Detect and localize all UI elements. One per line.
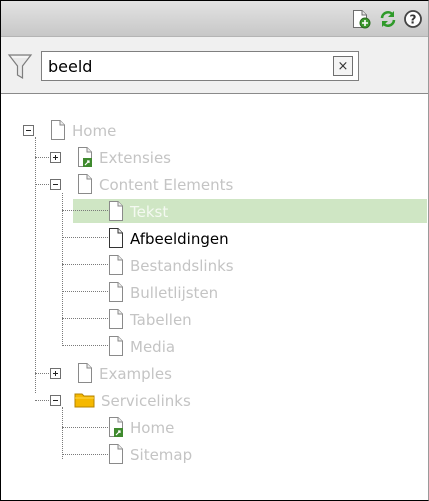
folder-icon[interactable] xyxy=(74,391,96,409)
shortcut-page-icon[interactable] xyxy=(108,417,124,438)
toolbar: ? xyxy=(1,1,428,37)
page-tree: Home Extensies Content Elements Tekst Af… xyxy=(1,94,428,500)
tree-connector xyxy=(62,345,108,346)
page-icon[interactable] xyxy=(108,255,124,275)
selected-row-highlight xyxy=(73,199,427,223)
help-icon[interactable]: ? xyxy=(403,9,423,29)
expand-toggle[interactable] xyxy=(50,152,61,163)
tree-connector xyxy=(35,184,49,185)
page-icon[interactable] xyxy=(108,228,124,248)
tree-connector xyxy=(62,318,108,319)
collapse-toggle[interactable] xyxy=(23,125,34,136)
tree-connector xyxy=(35,137,36,393)
tree-node-label[interactable]: Bulletlijsten xyxy=(130,284,218,302)
tree-connector xyxy=(62,407,63,459)
tree-connector xyxy=(35,373,49,374)
filter-bar: × xyxy=(1,37,428,94)
tree-connector xyxy=(62,427,108,428)
page-icon[interactable] xyxy=(77,174,93,194)
svg-text:?: ? xyxy=(410,13,417,27)
tree-node-label[interactable]: Content Elements xyxy=(99,176,233,194)
tree-connector xyxy=(62,264,108,265)
tree-node-label[interactable]: Home xyxy=(130,419,174,437)
tree-connector xyxy=(35,157,49,158)
tree-connector xyxy=(62,454,108,455)
page-tree-panel: ? × xyxy=(0,0,429,501)
tree-node-label[interactable]: Bestandslinks xyxy=(130,257,234,275)
tree-node-label[interactable]: Tabellen xyxy=(130,311,192,329)
page-icon[interactable] xyxy=(50,120,66,140)
tree-node-label-selected[interactable]: Tekst xyxy=(130,203,168,221)
tree-node-label[interactable]: Servicelinks xyxy=(101,392,191,410)
tree-node-label[interactable]: Sitemap xyxy=(130,446,192,464)
collapse-toggle[interactable] xyxy=(50,179,61,190)
tree-node-label[interactable]: Home xyxy=(72,122,116,140)
tree-node-label[interactable]: Extensies xyxy=(99,149,171,167)
tree-node-label[interactable]: Examples xyxy=(99,365,172,383)
tree-connector xyxy=(62,193,63,344)
filter-icon xyxy=(7,52,33,82)
tree-connector xyxy=(35,400,49,401)
page-icon[interactable] xyxy=(108,309,124,329)
expand-toggle[interactable] xyxy=(50,368,61,379)
page-icon[interactable] xyxy=(108,201,124,221)
tree-connector xyxy=(62,291,108,292)
filter-input[interactable] xyxy=(41,51,359,81)
collapse-toggle[interactable] xyxy=(50,395,61,406)
page-icon[interactable] xyxy=(77,363,93,383)
tree-node-label[interactable]: Media xyxy=(130,338,175,356)
tree-node-label-match[interactable]: Afbeeldingen xyxy=(130,230,229,248)
page-icon[interactable] xyxy=(108,444,124,464)
clear-filter-button[interactable]: × xyxy=(333,56,353,76)
shortcut-page-icon[interactable] xyxy=(77,147,93,168)
refresh-icon[interactable] xyxy=(378,9,398,29)
page-icon[interactable] xyxy=(108,336,124,356)
tree-connector xyxy=(62,210,108,211)
tree-connector xyxy=(62,237,108,238)
new-page-icon[interactable] xyxy=(351,9,371,29)
page-icon[interactable] xyxy=(108,282,124,302)
